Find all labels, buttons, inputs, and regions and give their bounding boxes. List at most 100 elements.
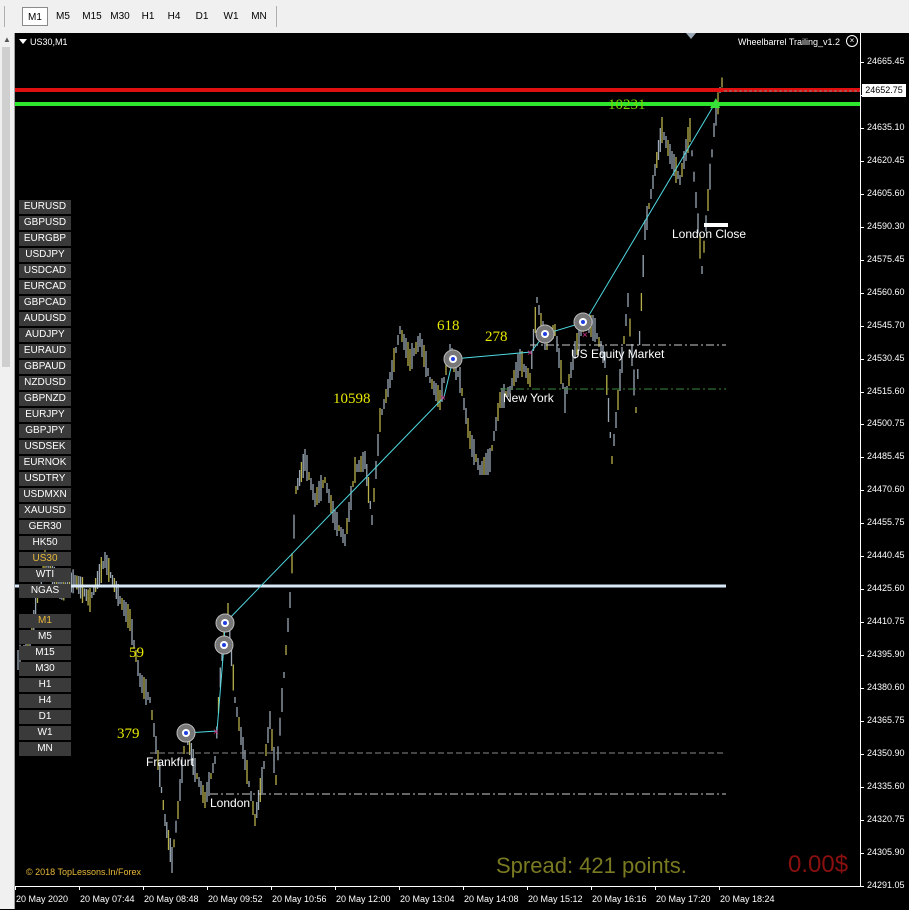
session-label-frankfurt: Frankfurt	[146, 755, 195, 769]
tf-button-h4[interactable]: H4	[162, 7, 186, 26]
symbol-button-gbpnzd[interactable]: GBPNZD	[19, 392, 71, 406]
time-tick	[719, 886, 720, 890]
tf-button-m30[interactable]: M30	[106, 7, 134, 26]
symbol-button-usdjpy[interactable]: USDJPY	[19, 248, 71, 262]
symbol-button-eurjpy[interactable]: EURJPY	[19, 408, 71, 422]
tf-button-h1[interactable]: H1	[136, 7, 160, 26]
ea-close-icon[interactable]: ×	[846, 35, 858, 47]
symbol-button-usdmxn[interactable]: USDMXN	[19, 488, 71, 502]
price-tick	[860, 589, 864, 591]
price-label: 24545.70	[867, 319, 905, 330]
tf-button-d1[interactable]: D1	[190, 7, 214, 26]
tf-button-m1[interactable]: M1	[22, 7, 48, 26]
timeframe-button-h4[interactable]: H4	[19, 694, 71, 708]
swing-label-59: 59	[129, 645, 144, 661]
price-label: 24620.45	[867, 154, 905, 165]
symbol-button-xauusd[interactable]: XAUUSD	[19, 504, 71, 518]
price-label: 24455.75	[867, 517, 905, 528]
swing-label-379: 379	[117, 726, 140, 742]
time-label: 20 May 2020	[16, 894, 69, 904]
price-tick	[860, 391, 864, 393]
timeframe-button-m5[interactable]: M5	[19, 630, 71, 644]
tf-button-w1[interactable]: W1	[218, 7, 244, 26]
timeframe-button-m30[interactable]: M30	[19, 662, 71, 676]
price-label: 24291.05	[867, 879, 905, 890]
symbol-button-eurnok[interactable]: EURNOK	[19, 456, 71, 470]
timeframe-button-h1[interactable]: H1	[19, 678, 71, 692]
tf-button-m15[interactable]: M15	[78, 7, 106, 26]
symbol-button-ger30[interactable]: GER30	[19, 520, 71, 534]
price-label: 24395.90	[867, 649, 905, 660]
price-tick	[860, 819, 864, 821]
price-label: 24575.45	[867, 253, 905, 264]
price-tick	[860, 127, 864, 129]
symbol-button-usdcad[interactable]: USDCAD	[19, 264, 71, 278]
chart-symbol-title: US30,M1	[30, 37, 68, 47]
symbol-button-usdtry[interactable]: USDTRY	[19, 472, 71, 486]
price-tick	[860, 786, 864, 788]
toolbar-separator	[276, 6, 277, 27]
price-tick	[860, 721, 864, 722]
symbol-button-eurgbp[interactable]: EURGBP	[19, 232, 71, 246]
symbol-button-gbpcad[interactable]: GBPCAD	[19, 296, 71, 310]
timeframe-button-m15[interactable]: M15	[19, 646, 71, 660]
chart-shift-marker-icon[interactable]	[686, 33, 696, 39]
symbol-button-gbpaud[interactable]: GBPAUD	[19, 360, 71, 374]
time-label: 20 May 08:48	[144, 894, 199, 904]
symbol-button-wti[interactable]: WTI	[19, 568, 71, 582]
symbol-button-gbpusd[interactable]: GBPUSD	[19, 216, 71, 230]
timeframe-button-m1[interactable]: M1	[19, 614, 71, 628]
symbol-button-audusd[interactable]: AUDUSD	[19, 312, 71, 326]
price-tick	[860, 160, 864, 162]
symbol-button-eurcad[interactable]: EURCAD	[19, 280, 71, 294]
session-label-us-equity: US Equity Market	[571, 347, 665, 361]
entry-marker-dot	[451, 357, 455, 361]
symbol-button-audjpy[interactable]: AUDJPY	[19, 328, 71, 342]
current-price-tag: 24652.75	[862, 84, 906, 97]
chart-area[interactable]: × × × ×	[15, 33, 909, 909]
symbol-button-nzdusd[interactable]: NZDUSD	[19, 376, 71, 390]
price-label: 24365.75	[867, 715, 905, 725]
timeframe-button-w1[interactable]: W1	[19, 726, 71, 740]
symbol-button-gbpjpy[interactable]: GBPJPY	[19, 424, 71, 438]
time-label: 20 May 18:24	[720, 894, 775, 904]
timeframe-button-mn[interactable]: MN	[19, 742, 71, 756]
tf-button-m5[interactable]: M5	[51, 7, 75, 26]
entry-marker-dot	[222, 643, 226, 647]
entry-marker-dot	[184, 731, 188, 735]
price-label: 24590.30	[867, 220, 905, 231]
price-tick	[860, 622, 864, 624]
timeframe-button-d1[interactable]: D1	[19, 710, 71, 724]
symbol-button-eurusd[interactable]: EURUSD	[19, 200, 71, 214]
time-label: 20 May 14:08	[464, 894, 519, 904]
price-label: 24440.45	[867, 550, 905, 561]
price-label: 24380.60	[867, 682, 905, 693]
entry-marker-dot	[543, 332, 547, 336]
time-label: 20 May 09:52	[208, 894, 263, 904]
scrollbar-thumb[interactable]	[2, 47, 10, 367]
time-label: 20 May 07:44	[80, 894, 135, 904]
symbol-button-hk50[interactable]: HK50	[19, 536, 71, 550]
price-tick	[860, 325, 864, 327]
spread-text: Spread: 421 points.	[496, 853, 687, 878]
scroll-up-icon[interactable]: ▲	[3, 35, 11, 44]
exit-marker-icon: ×	[440, 393, 446, 404]
symbol-button-euraud[interactable]: EURAUD	[19, 344, 71, 358]
symbol-button-usdsek[interactable]: USDSEK	[19, 440, 71, 454]
price-tick	[860, 490, 864, 492]
time-tick	[79, 886, 80, 890]
price-tick	[860, 523, 864, 525]
time-label: 20 May 16:16	[592, 894, 647, 904]
price-chart: × × × ×	[15, 77, 860, 873]
exit-marker-icon: ×	[527, 348, 533, 359]
left-scrollbar[interactable]: ▲	[0, 33, 15, 909]
tf-button-mn[interactable]: MN	[246, 7, 272, 26]
swing-label-10231: 10231	[608, 97, 646, 113]
time-tick	[527, 886, 528, 890]
symbol-button-us30[interactable]: US30	[19, 552, 71, 566]
time-label: 20 May 13:04	[400, 894, 455, 904]
price-tick	[860, 852, 864, 854]
symbol-button-ngas[interactable]: NGAS	[19, 584, 71, 598]
chart-menu-triangle-icon[interactable]	[19, 39, 27, 44]
price-label: 24560.60	[867, 286, 905, 297]
